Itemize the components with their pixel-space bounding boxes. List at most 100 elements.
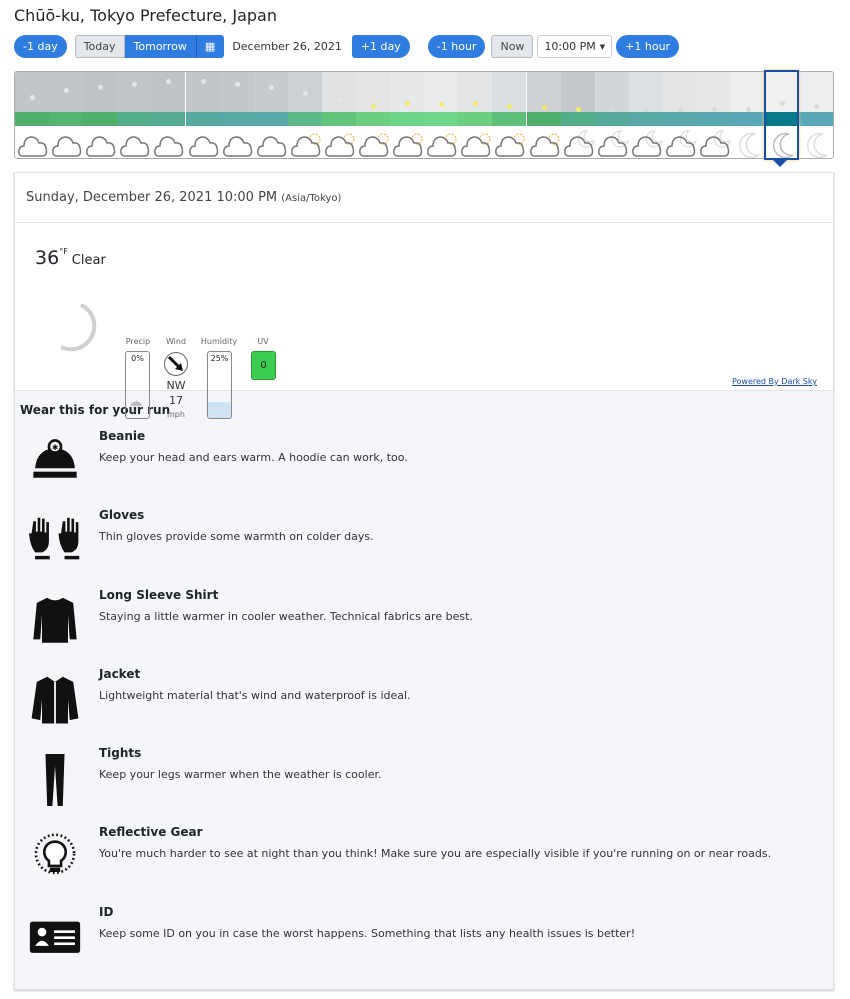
hour-column[interactable]: [49, 72, 84, 158]
wear-item-description: Lightweight material that's wind and wat…: [99, 688, 411, 702]
hour-column[interactable]: [560, 72, 595, 158]
partly-cloudy-day-icon: [461, 133, 491, 157]
temperature-dot: [405, 100, 411, 106]
hour-column[interactable]: [390, 72, 425, 158]
partly-cloudy-night-icon: [631, 130, 663, 157]
condition-bar: [492, 112, 527, 126]
cloudy-icon: [222, 136, 252, 157]
temperature-dot: [677, 106, 683, 112]
detail-datetime: Sunday, December 26, 2021 10:00 PM: [26, 190, 278, 205]
hour-column[interactable]: [117, 72, 152, 158]
hour-column[interactable]: [628, 72, 663, 158]
condition-bar: [526, 112, 561, 126]
condition-bar: [662, 112, 697, 126]
wear-item-description: Thin gloves provide some warmth on colde…: [99, 530, 374, 544]
wear-item-title: Jacket: [99, 666, 141, 681]
wear-item-title: Long Sleeve Shirt: [99, 587, 219, 602]
temperature-dot: [30, 94, 35, 100]
cloud-cover-shade: [185, 72, 220, 112]
plus-day-button[interactable]: +1 day: [351, 35, 410, 58]
clear-night-icon: [807, 132, 828, 158]
temperature-dot: [541, 105, 547, 111]
hour-column[interactable]: [594, 72, 629, 158]
minus-day-button[interactable]: -1 day: [14, 35, 67, 58]
temperature-dot: [268, 85, 274, 91]
hour-column[interactable]: [526, 72, 561, 158]
wear-list: Wear this for your run ✱ Beanie Keep your …: [15, 391, 833, 996]
wear-item: Reflective Gear You're much harder to see…: [20, 825, 828, 904]
hour-column[interactable]: [492, 72, 527, 158]
selected-hour-pointer: [773, 160, 787, 167]
condition-bar: [560, 112, 595, 126]
partly-cloudy-night-icon: [597, 130, 629, 157]
cloud-cover-shade: [83, 72, 118, 112]
cloudy-icon: [256, 136, 286, 157]
wear-item-description: Keep your head and ears warm. A hoodie c…: [99, 451, 408, 464]
umbrella-icon: ☂: [129, 397, 144, 416]
hour-column[interactable]: [697, 72, 732, 158]
temperature-dot: [336, 97, 342, 103]
hour-column[interactable]: [458, 72, 493, 158]
hour-column[interactable]: [321, 72, 356, 158]
cloud-cover-shade: [219, 72, 254, 112]
partly-cloudy-night-icon: [700, 130, 731, 157]
today-button[interactable]: Today: [74, 35, 125, 58]
humidity-fill: [208, 401, 231, 418]
hour-column[interactable]: [15, 72, 50, 158]
hour-column[interactable]: [731, 72, 766, 158]
cloudy-icon: [86, 136, 116, 157]
condition-bar: [731, 112, 766, 126]
detail-panel: Sunday, December 26, 2021 10:00 PM (Asia…: [14, 172, 834, 990]
hour-column[interactable]: [287, 72, 322, 158]
wear-item-title: ID: [99, 904, 114, 919]
hour-column[interactable]: [219, 72, 254, 158]
temperature-dot: [234, 82, 240, 88]
hour-column[interactable]: [356, 72, 391, 158]
minus-hour-button[interactable]: -1 hour: [427, 35, 486, 58]
wear-item: Tights Keep your legs warmer when the wea…: [20, 746, 828, 825]
hour-column[interactable]: [253, 72, 288, 158]
time-select[interactable]: 10:00 PM ▼: [537, 35, 613, 58]
powered-by-dark-sky-link[interactable]: Powered By Dark Sky: [732, 377, 817, 386]
precip-label: Precip: [125, 337, 151, 346]
temperature: 36°FClear: [35, 247, 106, 269]
partly-cloudy-day-icon: [359, 133, 389, 157]
now-button[interactable]: Now: [491, 35, 534, 58]
precip-gauge: 0% ☂: [125, 351, 150, 419]
hourly-timeline[interactable]: [14, 71, 834, 159]
reflective-gear-icon: [34, 833, 76, 875]
cloud-cover-shade: [253, 72, 288, 112]
timezone: (Asia/Tokyo): [281, 193, 342, 204]
hour-column[interactable]: [799, 72, 833, 158]
condition-bar: [390, 112, 425, 126]
cloud-cover-shade: [458, 72, 493, 112]
wear-item-title: Beanie: [99, 429, 146, 443]
location-title: Chūō-ku, Tokyo Prefecture, Japan: [14, 6, 277, 25]
wear-item: Gloves Thin gloves provide some warmth on…: [20, 508, 828, 587]
id-card-icon: [29, 921, 81, 953]
tomorrow-button[interactable]: Tomorrow: [124, 35, 196, 58]
temperature-dot: [643, 106, 649, 112]
wind-label: Wind: [165, 337, 187, 346]
cloud-cover-shade: [390, 72, 425, 112]
hour-column[interactable]: [151, 72, 186, 158]
cloudy-icon: [188, 136, 218, 157]
wear-item: ✱ Beanie Keep your head and ears warm. A h…: [20, 429, 828, 508]
partly-cloudy-day-icon: [427, 133, 457, 157]
moon-icon: [60, 303, 97, 352]
cloud-cover-shade: [117, 72, 152, 112]
cloudy-icon: [154, 136, 184, 157]
clear-night-icon: [739, 132, 760, 158]
hour-column[interactable]: [83, 72, 118, 158]
humidity-gauge: 25%: [207, 351, 232, 419]
partly-cloudy-night-icon: [563, 130, 595, 157]
hour-column[interactable]: [424, 72, 459, 158]
condition-bar: [185, 112, 220, 126]
hour-column[interactable]: [662, 72, 697, 158]
partly-cloudy-day-icon: [529, 133, 560, 157]
selected-date: December 26, 2021: [232, 40, 342, 53]
calendar-button[interactable]: ▦: [195, 35, 225, 58]
plus-hour-button[interactable]: +1 hour: [616, 35, 680, 58]
hour-column[interactable]: [185, 72, 220, 158]
temp-value: 36: [35, 247, 60, 269]
